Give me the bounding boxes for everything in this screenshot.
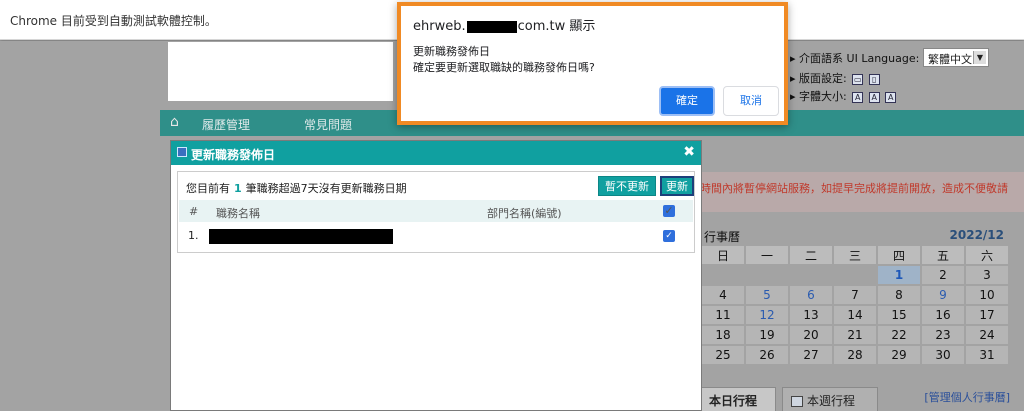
row-number: 1. [188,229,199,242]
layout-page-icon[interactable]: ▯ [868,73,880,85]
calendar-day[interactable]: 19 [746,326,788,344]
calendar-icon [791,396,803,407]
language-select[interactable]: 繁體中文 ▼ [923,48,989,67]
home-icon[interactable]: ⌂ [170,115,184,129]
arrow-icon: ▸ [790,72,796,85]
calendar-day[interactable]: 22 [878,326,920,344]
today-tab-label: 本日行程 [709,394,758,408]
calendar-day [834,266,876,284]
calendar-day[interactable]: 3 [966,266,1008,284]
weekday-header: 二 [790,246,832,264]
update-button[interactable]: 更新 [660,176,694,196]
arrow-icon: ▸ [790,52,796,65]
calendar-day[interactable]: 25 [702,346,744,364]
calendar-day[interactable]: 13 [790,306,832,324]
calendar-day[interactable]: 9 [922,286,964,304]
calendar-header: 行事曆 2022/12 [700,228,1010,244]
weekday-header: 六 [966,246,1008,264]
calendar-day[interactable]: 18 [702,326,744,344]
calendar-day [790,266,832,284]
calendar-day-today[interactable]: 1 [878,266,920,284]
calendar-day[interactable]: 11 [702,306,744,324]
infobar-text: Chrome 目前受到自動測試軟體控制。 [10,14,217,28]
tab-today[interactable]: 本日行程 [700,387,776,411]
weekday-header: 日 [702,246,744,264]
modal-title: 更新職務發佈日 [191,148,276,162]
confirm-dialog: ehrweb. com.tw 顯示 更新職務發佈日 確定要更新選取職缺的職務發佈日… [397,2,788,125]
font-size-medium-button[interactable]: A [868,91,880,103]
calendar-title: 行事曆 [704,230,741,244]
calendar-day[interactable]: 12 [746,306,788,324]
table-header: # 職務名稱 部門名稱(編號) ✓ [179,200,693,222]
arrow-icon: ▸ [790,90,796,103]
layout-wide-icon[interactable]: ▭ [852,73,864,85]
table-row: 1. ✓ [179,224,693,248]
weekday-header: 一 [746,246,788,264]
tab-week[interactable]: 本週行程 [782,387,878,411]
calendar-day[interactable]: 4 [702,286,744,304]
outdated-count: 1 [234,182,242,195]
modal-content: 您目前有 1 筆職務超過7天沒有更新職務日期 暫不更新 更新 # 職務名稱 部門名稱… [177,171,695,253]
window-icon [177,147,187,157]
language-label: 介面語系 UI Language: [799,52,920,65]
update-job-modal: 更新職務發佈日 ✖ 您目前有 1 筆職務超過7天沒有更新職務日期 暫不更新 更新 #… [170,140,702,411]
site-logo-area [168,42,393,101]
calendar-day[interactable]: 10 [966,286,1008,304]
nav-item-resume[interactable]: 履歷管理 [202,116,250,133]
dialog-origin: ehrweb. com.tw 顯示 [413,19,596,34]
calendar-day[interactable]: 20 [790,326,832,344]
modal-titlebar: 更新職務發佈日 ✖ [171,141,701,165]
calendar-day[interactable]: 30 [922,346,964,364]
row-checkbox[interactable]: ✓ [663,230,675,242]
weekday-header: 五 [922,246,964,264]
calendar-day[interactable]: 7 [834,286,876,304]
week-tab-label: 本週行程 [807,394,856,408]
manage-calendar-link[interactable]: [管理個人行事曆] [924,389,1010,405]
font-size-small-button[interactable]: A [852,91,864,103]
dialog-title: 更新職務發佈日 [413,45,490,58]
dialog-message: 確定要更新選取職缺的職務發佈日嗎? [413,61,595,74]
calendar-day[interactable]: 29 [878,346,920,364]
layout-label: 版面設定: [799,72,847,85]
chevron-down-icon: ▼ [973,51,986,64]
weekday-header: 三 [834,246,876,264]
calendar-day [746,266,788,284]
calendar-day[interactable]: 23 [922,326,964,344]
nav-item-faq[interactable]: 常見問題 [304,116,352,133]
cancel-button[interactable]: 取消 [723,86,779,116]
calendar-day[interactable]: 28 [834,346,876,364]
redacted-job-name [209,229,393,244]
calendar-day[interactable]: 26 [746,346,788,364]
language-panel: ▸ 介面語系 UI Language: 繁體中文 ▼ ▸ 版面設定: ▭ ▯ ▸… [790,48,1024,108]
calendar-month: 2022/12 [949,228,1004,242]
redacted-domain [466,20,517,33]
modal-info: 您目前有 1 筆職務超過7天沒有更新職務日期 [186,182,407,195]
calendar-day[interactable]: 8 [878,286,920,304]
col-num: # [189,205,199,218]
col-department: 部門名稱(編號) [487,207,562,220]
calendar-day[interactable]: 5 [746,286,788,304]
calendar-day[interactable]: 6 [790,286,832,304]
calendar-grid: 日 一 二 三 四 五 六 1 2 3 4 5 6 7 8 9 10 11 12… [700,244,1010,366]
calendar-day [702,266,744,284]
close-icon[interactable]: ✖ [683,144,695,160]
confirm-button[interactable]: 確定 [659,86,715,116]
calendar-day[interactable]: 21 [834,326,876,344]
calendar-day[interactable]: 24 [966,326,1008,344]
col-job-name: 職務名稱 [216,207,260,220]
schedule-tabs: 本日行程 本週行程 [管理個人行事曆] [700,385,1024,411]
font-size-large-button[interactable]: A [885,91,897,103]
skip-update-button[interactable]: 暫不更新 [598,176,656,196]
calendar-day[interactable]: 16 [922,306,964,324]
calendar-day[interactable]: 14 [834,306,876,324]
select-all-checkbox[interactable]: ✓ [663,205,675,217]
announcement-text: 時間內將暫停網站服務，如提早完成將提前開放，造成不便敬請 [700,182,1008,195]
calendar-day[interactable]: 27 [790,346,832,364]
calendar-day[interactable]: 17 [966,306,1008,324]
calendar-day[interactable]: 15 [878,306,920,324]
weekday-header: 四 [878,246,920,264]
calendar-day[interactable]: 31 [966,346,1008,364]
calendar-day[interactable]: 2 [922,266,964,284]
font-size-label: 字體大小: [799,90,847,103]
